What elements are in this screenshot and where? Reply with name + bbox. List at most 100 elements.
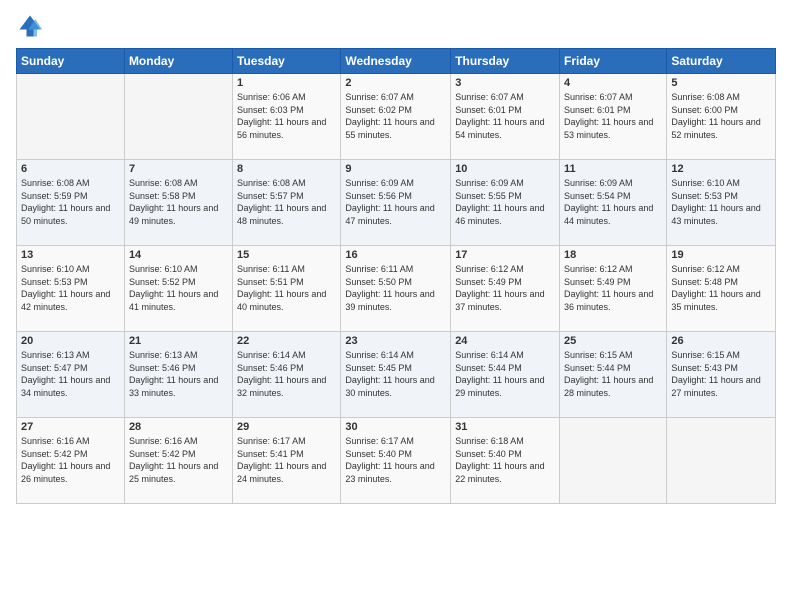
day-info: Sunrise: 6:12 AMSunset: 5:48 PMDaylight:… xyxy=(671,263,771,313)
day-number: 13 xyxy=(21,249,120,261)
calendar-cell xyxy=(560,418,667,504)
day-number: 15 xyxy=(237,249,336,261)
calendar-cell: 8 Sunrise: 6:08 AMSunset: 5:57 PMDaylight… xyxy=(233,160,341,246)
logo-icon xyxy=(16,12,44,40)
week-row-5: 27 Sunrise: 6:16 AMSunset: 5:42 PMDayligh… xyxy=(17,418,776,504)
day-number: 31 xyxy=(455,421,555,433)
day-info: Sunrise: 6:14 AMSunset: 5:44 PMDaylight:… xyxy=(455,349,555,399)
day-info: Sunrise: 6:09 AMSunset: 5:56 PMDaylight:… xyxy=(345,177,446,227)
day-info: Sunrise: 6:14 AMSunset: 5:46 PMDaylight:… xyxy=(237,349,336,399)
calendar-cell: 12 Sunrise: 6:10 AMSunset: 5:53 PMDayligh… xyxy=(667,160,776,246)
calendar-cell: 3 Sunrise: 6:07 AMSunset: 6:01 PMDaylight… xyxy=(451,74,560,160)
calendar-cell xyxy=(667,418,776,504)
calendar-cell: 30 Sunrise: 6:17 AMSunset: 5:40 PMDayligh… xyxy=(341,418,451,504)
day-number: 19 xyxy=(671,249,771,261)
week-row-4: 20 Sunrise: 6:13 AMSunset: 5:47 PMDayligh… xyxy=(17,332,776,418)
day-info: Sunrise: 6:17 AMSunset: 5:41 PMDaylight:… xyxy=(237,435,336,485)
day-number: 5 xyxy=(671,77,771,89)
day-info: Sunrise: 6:08 AMSunset: 5:58 PMDaylight:… xyxy=(129,177,228,227)
day-number: 21 xyxy=(129,335,228,347)
calendar-cell: 24 Sunrise: 6:14 AMSunset: 5:44 PMDayligh… xyxy=(451,332,560,418)
day-number: 12 xyxy=(671,163,771,175)
day-info: Sunrise: 6:13 AMSunset: 5:47 PMDaylight:… xyxy=(21,349,120,399)
day-info: Sunrise: 6:07 AMSunset: 6:01 PMDaylight:… xyxy=(455,91,555,141)
calendar-cell: 20 Sunrise: 6:13 AMSunset: 5:47 PMDayligh… xyxy=(17,332,125,418)
calendar-cell: 17 Sunrise: 6:12 AMSunset: 5:49 PMDayligh… xyxy=(451,246,560,332)
day-info: Sunrise: 6:12 AMSunset: 5:49 PMDaylight:… xyxy=(564,263,662,313)
day-number: 17 xyxy=(455,249,555,261)
day-number: 28 xyxy=(129,421,228,433)
day-info: Sunrise: 6:10 AMSunset: 5:53 PMDaylight:… xyxy=(21,263,120,313)
calendar-cell: 11 Sunrise: 6:09 AMSunset: 5:54 PMDayligh… xyxy=(560,160,667,246)
calendar-cell: 25Sunrise: 6:15 AMSunset: 5:44 PMDayligh… xyxy=(560,332,667,418)
day-number: 10 xyxy=(455,163,555,175)
day-number: 29 xyxy=(237,421,336,433)
day-number: 16 xyxy=(345,249,446,261)
day-info: Sunrise: 6:18 AMSunset: 5:40 PMDaylight:… xyxy=(455,435,555,485)
day-info: Sunrise: 6:09 AMSunset: 5:55 PMDaylight:… xyxy=(455,177,555,227)
day-number: 24 xyxy=(455,335,555,347)
day-number: 30 xyxy=(345,421,446,433)
day-number: 18 xyxy=(564,249,662,261)
calendar-cell: 10 Sunrise: 6:09 AMSunset: 5:55 PMDayligh… xyxy=(451,160,560,246)
day-info: Sunrise: 6:08 AMSunset: 5:57 PMDaylight:… xyxy=(237,177,336,227)
day-number: 1 xyxy=(237,77,336,89)
day-number: 25 xyxy=(564,335,662,347)
day-info: Sunrise: 6:07 AMSunset: 6:01 PMDaylight:… xyxy=(564,91,662,141)
day-info: Sunrise: 6:10 AMSunset: 5:53 PMDaylight:… xyxy=(671,177,771,227)
day-info: Sunrise: 6:08 AMSunset: 6:00 PMDaylight:… xyxy=(671,91,771,141)
day-number: 26 xyxy=(671,335,771,347)
calendar-cell: 4Sunrise: 6:07 AMSunset: 6:01 PMDaylight… xyxy=(560,74,667,160)
day-number: 23 xyxy=(345,335,446,347)
day-info: Sunrise: 6:11 AMSunset: 5:50 PMDaylight:… xyxy=(345,263,446,313)
calendar-cell: 22 Sunrise: 6:14 AMSunset: 5:46 PMDayligh… xyxy=(233,332,341,418)
day-info: Sunrise: 6:17 AMSunset: 5:40 PMDaylight:… xyxy=(345,435,446,485)
day-info: Sunrise: 6:06 AMSunset: 6:03 PMDaylight:… xyxy=(237,91,336,141)
logo xyxy=(16,12,48,40)
day-number: 6 xyxy=(21,163,120,175)
day-number: 8 xyxy=(237,163,336,175)
week-row-3: 13 Sunrise: 6:10 AMSunset: 5:53 PMDayligh… xyxy=(17,246,776,332)
day-info: Sunrise: 6:07 AMSunset: 6:02 PMDaylight:… xyxy=(345,91,446,141)
calendar-cell: 9 Sunrise: 6:09 AMSunset: 5:56 PMDaylight… xyxy=(341,160,451,246)
weekday-header-monday: Monday xyxy=(124,49,232,74)
calendar-cell xyxy=(124,74,232,160)
calendar-cell: 5 Sunrise: 6:08 AMSunset: 6:00 PMDaylight… xyxy=(667,74,776,160)
calendar-cell: 6Sunrise: 6:08 AMSunset: 5:59 PMDaylight… xyxy=(17,160,125,246)
calendar-cell: 23 Sunrise: 6:14 AMSunset: 5:45 PMDayligh… xyxy=(341,332,451,418)
calendar: SundayMondayTuesdayWednesdayThursdayFrid… xyxy=(16,48,776,504)
day-number: 22 xyxy=(237,335,336,347)
day-info: Sunrise: 6:09 AMSunset: 5:54 PMDaylight:… xyxy=(564,177,662,227)
calendar-cell: 18 Sunrise: 6:12 AMSunset: 5:49 PMDayligh… xyxy=(560,246,667,332)
calendar-cell: 2 Sunrise: 6:07 AMSunset: 6:02 PMDaylight… xyxy=(341,74,451,160)
day-info: Sunrise: 6:16 AMSunset: 5:42 PMDaylight:… xyxy=(21,435,120,485)
day-info: Sunrise: 6:11 AMSunset: 5:51 PMDaylight:… xyxy=(237,263,336,313)
day-number: 9 xyxy=(345,163,446,175)
week-row-2: 6Sunrise: 6:08 AMSunset: 5:59 PMDaylight… xyxy=(17,160,776,246)
day-number: 20 xyxy=(21,335,120,347)
weekday-header-row: SundayMondayTuesdayWednesdayThursdayFrid… xyxy=(17,49,776,74)
weekday-header-wednesday: Wednesday xyxy=(341,49,451,74)
day-info: Sunrise: 6:13 AMSunset: 5:46 PMDaylight:… xyxy=(129,349,228,399)
day-info: Sunrise: 6:14 AMSunset: 5:45 PMDaylight:… xyxy=(345,349,446,399)
day-number: 3 xyxy=(455,77,555,89)
day-number: 2 xyxy=(345,77,446,89)
calendar-cell: 1 Sunrise: 6:06 AMSunset: 6:03 PMDaylight… xyxy=(233,74,341,160)
weekday-header-sunday: Sunday xyxy=(17,49,125,74)
calendar-cell: 19 Sunrise: 6:12 AMSunset: 5:48 PMDayligh… xyxy=(667,246,776,332)
calendar-cell: 29 Sunrise: 6:17 AMSunset: 5:41 PMDayligh… xyxy=(233,418,341,504)
calendar-cell: 26Sunrise: 6:15 AMSunset: 5:43 PMDayligh… xyxy=(667,332,776,418)
calendar-cell: 15 Sunrise: 6:11 AMSunset: 5:51 PMDayligh… xyxy=(233,246,341,332)
day-number: 7 xyxy=(129,163,228,175)
weekday-header-tuesday: Tuesday xyxy=(233,49,341,74)
day-number: 11 xyxy=(564,163,662,175)
weekday-header-thursday: Thursday xyxy=(451,49,560,74)
calendar-cell: 21 Sunrise: 6:13 AMSunset: 5:46 PMDayligh… xyxy=(124,332,232,418)
calendar-cell: 28 Sunrise: 6:16 AMSunset: 5:42 PMDayligh… xyxy=(124,418,232,504)
day-number: 14 xyxy=(129,249,228,261)
weekday-header-friday: Friday xyxy=(560,49,667,74)
day-info: Sunrise: 6:10 AMSunset: 5:52 PMDaylight:… xyxy=(129,263,228,313)
day-info: Sunrise: 6:16 AMSunset: 5:42 PMDaylight:… xyxy=(129,435,228,485)
day-info: Sunrise: 6:12 AMSunset: 5:49 PMDaylight:… xyxy=(455,263,555,313)
day-number: 27 xyxy=(21,421,120,433)
